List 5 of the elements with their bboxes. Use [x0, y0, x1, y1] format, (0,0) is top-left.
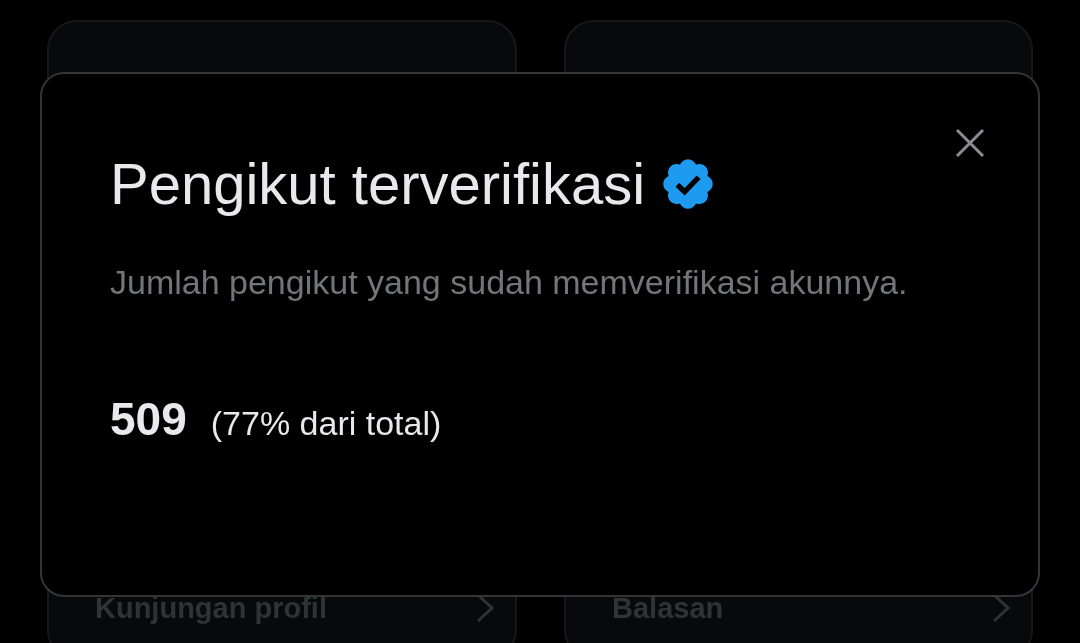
follower-share: (77% dari total)	[210, 404, 442, 443]
dialog-description: Jumlah pengikut yang sudah memverifikasi akunnya.	[110, 262, 909, 303]
dialog-title: Pengikut terverifikasi	[110, 150, 646, 218]
follower-count: 509	[110, 392, 187, 446]
close-icon[interactable]	[955, 128, 985, 158]
